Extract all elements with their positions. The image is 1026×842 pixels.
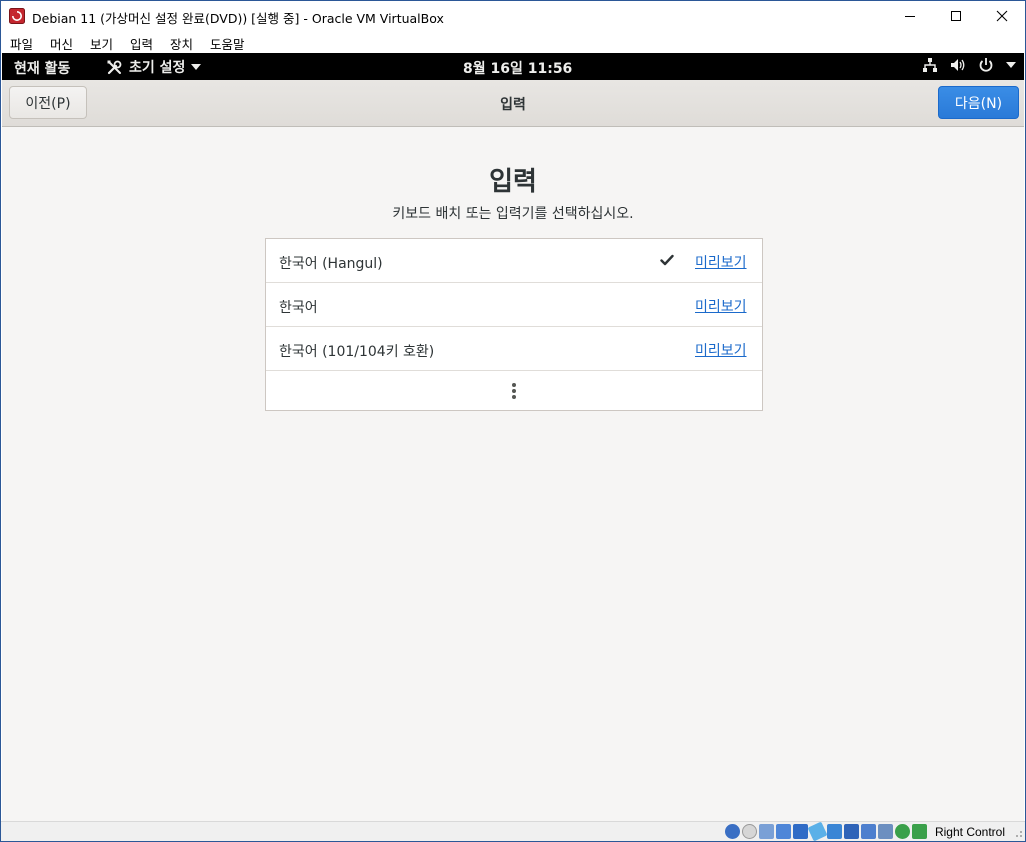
minimize-button[interactable] bbox=[887, 1, 933, 31]
guest-additions-icon[interactable] bbox=[861, 824, 876, 839]
hard-disk-icon[interactable] bbox=[725, 824, 740, 839]
activities-button[interactable]: 현재 활동 bbox=[14, 58, 70, 78]
menu-help[interactable]: 도움말 bbox=[210, 34, 245, 53]
gnome-top-bar: 현재 활동 초기 설정 8월 16일 11:56 bbox=[2, 53, 1024, 80]
menu-view[interactable]: 보기 bbox=[90, 34, 113, 53]
more-options-button[interactable] bbox=[266, 371, 762, 411]
close-icon bbox=[996, 10, 1008, 22]
maximize-icon bbox=[951, 11, 961, 21]
cpu-icon[interactable] bbox=[878, 824, 893, 839]
page-title: 입력 bbox=[489, 167, 537, 197]
display-icon[interactable] bbox=[827, 824, 842, 839]
virtualbox-app-icon bbox=[9, 8, 25, 24]
input-source-list: 한국어 (Hangul) 미리보기 한국어 미리보기 한국어 (101/104키… bbox=[265, 238, 763, 411]
mouse-integration-icon[interactable] bbox=[895, 824, 910, 839]
list-item[interactable]: 한국어 (Hangul) 미리보기 bbox=[266, 239, 762, 283]
virtualbox-window: Debian 11 (가상머신 설정 완료(DVD)) [실행 중] - Ora… bbox=[0, 0, 1026, 842]
app-menu-label: 초기 설정 bbox=[129, 60, 186, 76]
video-capture-icon[interactable] bbox=[844, 824, 859, 839]
more-vertical-icon bbox=[512, 383, 516, 399]
preview-link[interactable]: 미리보기 bbox=[695, 340, 747, 360]
menu-file[interactable]: 파일 bbox=[10, 34, 33, 53]
audio-icon[interactable] bbox=[759, 824, 774, 839]
host-key-label: Right Control bbox=[934, 825, 1005, 839]
volume-icon bbox=[951, 59, 965, 71]
minimize-icon bbox=[905, 16, 915, 17]
window-title: Debian 11 (가상머신 설정 완료(DVD)) [실행 중] - Ora… bbox=[32, 11, 444, 26]
network-icon[interactable] bbox=[776, 824, 791, 839]
input-source-label: 한국어 (101/104키 호환) bbox=[279, 344, 435, 360]
chevron-down-icon bbox=[191, 63, 202, 70]
status-bar: Right Control bbox=[1, 821, 1025, 842]
list-item[interactable]: 한국어 미리보기 bbox=[266, 283, 762, 327]
menu-machine[interactable]: 머신 bbox=[50, 34, 73, 53]
title-bar: Debian 11 (가상머신 설정 완료(DVD)) [실행 중] - Ora… bbox=[1, 1, 1025, 31]
input-source-label: 한국어 (Hangul) bbox=[279, 256, 383, 272]
network-wired-icon bbox=[923, 58, 937, 72]
clock[interactable]: 8월 16일 11:56 bbox=[463, 58, 572, 78]
input-source-label: 한국어 bbox=[279, 300, 318, 316]
shared-folders-icon[interactable] bbox=[807, 821, 828, 842]
chevron-down-icon bbox=[1006, 61, 1016, 68]
optical-drive-icon[interactable] bbox=[742, 824, 757, 839]
power-icon bbox=[979, 58, 993, 72]
menu-devices[interactable]: 장치 bbox=[170, 34, 193, 53]
maximize-button[interactable] bbox=[933, 1, 979, 31]
preview-link[interactable]: 미리보기 bbox=[695, 252, 747, 272]
header-bar: 이전(P) 입력 다음(N) bbox=[2, 80, 1024, 127]
guest-screen: 현재 활동 초기 설정 8월 16일 11:56 이전(P) 입력 다음(N) … bbox=[2, 53, 1024, 821]
app-menu[interactable]: 초기 설정 bbox=[106, 57, 202, 77]
menu-input[interactable]: 입력 bbox=[130, 34, 153, 53]
tools-icon bbox=[107, 60, 122, 74]
host-key-icon[interactable] bbox=[912, 824, 927, 839]
checkmark-icon bbox=[660, 254, 674, 266]
page-subtitle: 키보드 배치 또는 입력기를 선택하십시오. bbox=[392, 206, 634, 222]
system-menu[interactable] bbox=[922, 57, 1016, 73]
resize-grip-icon[interactable] bbox=[1013, 828, 1023, 838]
next-button[interactable]: 다음(N) bbox=[938, 86, 1019, 119]
status-indicators bbox=[725, 821, 927, 842]
close-button[interactable] bbox=[979, 1, 1025, 31]
usb-icon[interactable] bbox=[793, 824, 808, 839]
header-title: 입력 bbox=[500, 97, 526, 113]
list-item[interactable]: 한국어 (101/104키 호환) 미리보기 bbox=[266, 327, 762, 371]
menu-bar: 파일 머신 보기 입력 장치 도움말 bbox=[1, 31, 1025, 53]
preview-link[interactable]: 미리보기 bbox=[695, 296, 747, 316]
